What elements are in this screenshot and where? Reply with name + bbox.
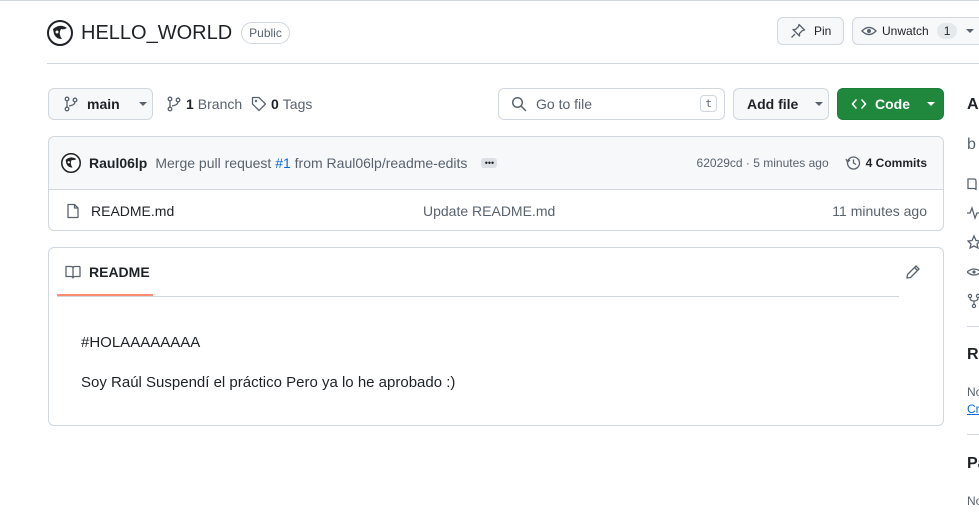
latest-commit-bar: Raul06lp Merge pull request #1 from Raul… bbox=[49, 137, 943, 190]
about-heading: A bbox=[967, 96, 979, 113]
author-avatar-icon[interactable] bbox=[61, 153, 81, 173]
fork-icon[interactable] bbox=[967, 293, 979, 309]
tab-readme[interactable]: README bbox=[65, 264, 150, 280]
go-to-file-input[interactable]: Go to file t bbox=[498, 88, 725, 120]
tag-icon bbox=[251, 96, 267, 112]
commits-history-link[interactable]: 4 Commits bbox=[845, 155, 927, 171]
chevron-down-icon bbox=[815, 102, 824, 106]
commits-label: 4 Commits bbox=[865, 156, 927, 170]
activity-icon[interactable] bbox=[967, 205, 979, 221]
branch-icon bbox=[167, 96, 181, 112]
commit-hash-time[interactable]: 62029cd · 5 minutes ago bbox=[697, 156, 829, 170]
pin-button[interactable]: Pin bbox=[777, 17, 844, 45]
add-file-button[interactable]: Add file bbox=[733, 88, 829, 120]
tags-label: Tags bbox=[282, 96, 313, 112]
file-commit-message[interactable]: Update README.md bbox=[423, 203, 555, 219]
chevron-down-icon bbox=[138, 102, 147, 106]
chevron-down-icon bbox=[927, 102, 935, 106]
commit-message-prefix: Merge pull request bbox=[155, 155, 272, 171]
file-listing: Raul06lp Merge pull request #1 from Raul… bbox=[48, 136, 944, 231]
active-tab-underline bbox=[57, 294, 153, 296]
history-icon bbox=[845, 156, 860, 170]
top-border bbox=[0, 0, 979, 1]
pull-request-link[interactable]: #1 bbox=[275, 155, 291, 171]
code-button[interactable]: Code bbox=[837, 88, 944, 120]
about-description: b bbox=[967, 136, 976, 153]
tags-count: 0 bbox=[271, 96, 279, 112]
file-commit-time: 11 minutes ago bbox=[832, 202, 927, 219]
star-icon[interactable] bbox=[967, 234, 979, 250]
unwatch-label: Unwatch bbox=[882, 24, 929, 38]
branches-count: 1 bbox=[186, 96, 194, 112]
branches-label: Branch bbox=[197, 96, 243, 112]
search-placeholder: Go to file bbox=[536, 96, 593, 112]
code-icon bbox=[851, 99, 867, 109]
code-label: Code bbox=[875, 96, 910, 112]
branches-link[interactable]: 1 Branch bbox=[166, 96, 242, 112]
keyboard-shortcut-hint: t bbox=[700, 95, 717, 112]
branch-select-button[interactable]: main bbox=[48, 88, 153, 120]
repo-header: HELLO_WORLD Public bbox=[47, 17, 290, 49]
branch-label: main bbox=[87, 96, 120, 112]
packages-heading: Pa bbox=[967, 455, 979, 472]
commit-message[interactable]: Merge pull request #1 from Raul06lp/read… bbox=[155, 155, 467, 171]
file-icon bbox=[67, 203, 79, 218]
commit-author-link[interactable]: Raul06lp bbox=[89, 155, 147, 171]
owner-avatar-icon[interactable] bbox=[47, 20, 73, 46]
unwatch-button[interactable]: Unwatch 1 bbox=[852, 17, 979, 45]
readme-book-icon[interactable] bbox=[967, 176, 979, 192]
readme-tab-divider bbox=[57, 296, 899, 297]
eye-icon bbox=[861, 26, 877, 36]
header-divider bbox=[47, 63, 979, 64]
book-icon bbox=[65, 265, 81, 279]
search-icon bbox=[511, 96, 527, 112]
repo-name-link[interactable]: HELLO_WORLD bbox=[81, 22, 232, 45]
visibility-badge: Public bbox=[241, 22, 290, 44]
branch-icon bbox=[64, 96, 78, 112]
expand-commit-button[interactable]: ••• bbox=[481, 158, 498, 168]
readme-panel: README #HOLAAAAAAAA Soy Raúl Suspendí el… bbox=[48, 247, 944, 426]
pencil-icon[interactable] bbox=[905, 264, 921, 280]
chevron-down-icon bbox=[966, 29, 975, 33]
file-row: README.md Update README.md 11 minutes ag… bbox=[49, 190, 943, 230]
commit-meta: 62029cd · 5 minutes ago 4 Commits bbox=[697, 155, 927, 171]
releases-text: No bbox=[967, 385, 979, 399]
readme-tab-label: README bbox=[89, 264, 150, 280]
readme-body: Soy Raúl Suspendí el práctico Pero ya lo… bbox=[81, 374, 456, 391]
pin-icon bbox=[791, 23, 806, 38]
pin-label: Pin bbox=[814, 24, 832, 38]
file-name-link[interactable]: README.md bbox=[91, 203, 174, 219]
watchers-count: 1 bbox=[936, 23, 958, 39]
create-release-link[interactable]: Cr bbox=[967, 402, 979, 416]
eye-icon[interactable] bbox=[967, 264, 979, 280]
commit-message-suffix: from Raul06lp/readme-edits bbox=[294, 155, 468, 171]
sidebar-divider bbox=[967, 326, 979, 327]
sidebar-divider bbox=[967, 434, 979, 435]
packages-text: No bbox=[967, 494, 979, 508]
readme-heading: #HOLAAAAAAAA bbox=[81, 334, 201, 351]
add-file-label: Add file bbox=[747, 96, 799, 112]
tags-link[interactable]: 0 Tags bbox=[251, 96, 312, 112]
releases-heading: Re bbox=[967, 346, 979, 363]
